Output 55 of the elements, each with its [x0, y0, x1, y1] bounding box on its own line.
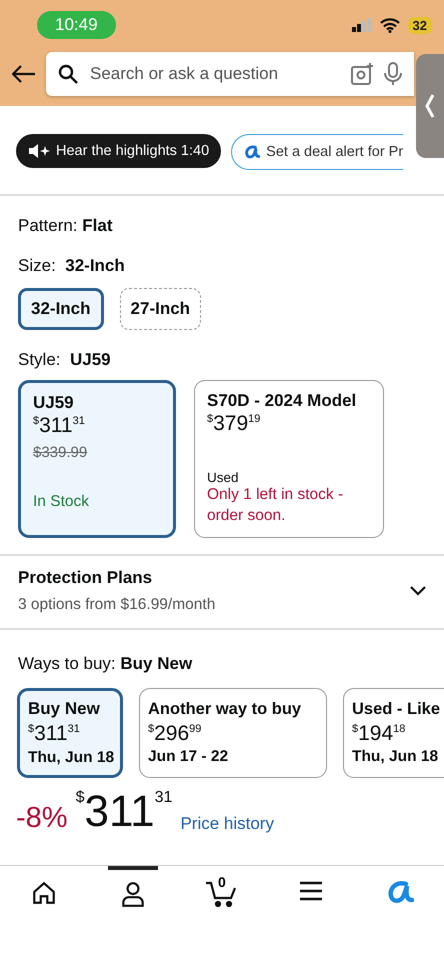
delivery-date: Jun 17 - 22: [148, 748, 228, 766]
buying-option-card[interactable]: Used - Like $^{$}$194$^{18}$ Thu, Jun 18: [343, 688, 444, 778]
pattern-label: Pattern: Flat: [18, 216, 114, 236]
protection-plans-subtitle: 3 options from $16.99/month: [18, 596, 216, 614]
availability-text: Only 1 left in stock - order soon.: [207, 485, 344, 526]
size-option[interactable]: 32-Inch: [18, 288, 104, 330]
availability-text: In Stock: [33, 492, 89, 512]
microphone-icon[interactable]: [384, 62, 402, 86]
side-panel-handle[interactable]: [416, 54, 444, 158]
price: $^{$}$296$^{99}$: [148, 720, 202, 746]
option-title: Used - Like: [352, 700, 440, 719]
person-icon: [120, 880, 146, 908]
price: $^{$}$311$^{31}$: [28, 721, 80, 747]
option-title: Buy New: [28, 699, 100, 720]
price: $^{$}$194$^{18}$: [352, 720, 406, 746]
protection-plans-row[interactable]: Protection Plans 3 options from $16.99/month: [0, 554, 444, 630]
buying-option-card[interactable]: Buy New $^{$}$311$^{31}$ Thu, Jun 18: [17, 688, 123, 778]
size-option[interactable]: 27-Inch: [120, 288, 202, 330]
size-label: Size: 32-Inch: [18, 256, 126, 276]
search-bar[interactable]: Search or ask a question: [46, 52, 414, 96]
cart-tab[interactable]: 0: [178, 866, 266, 960]
condition-label: Used: [207, 470, 239, 486]
style-option-card[interactable]: S70D - 2024 Model $^{$}$379$^{19}$ Used Only 1 left in stock - order soon.: [194, 380, 384, 538]
chevron-left-icon: [425, 93, 435, 119]
audio-chip[interactable]: Hear the highlights 1:40: [16, 134, 222, 168]
home-icon: [31, 880, 58, 906]
price: $^{$}$379$^{19}$: [207, 411, 260, 436]
option-title: UJ59: [33, 393, 74, 413]
delivery-date: Thu, Jun 18: [28, 748, 114, 767]
option-title: S70D - 2024 Model: [207, 391, 356, 411]
status-time: 10:49: [37, 11, 116, 39]
wifi-icon: [380, 18, 400, 32]
assistant-logo-icon: [386, 880, 414, 906]
list-price: $339.99: [33, 444, 88, 462]
assistant-logo-icon: [244, 144, 260, 160]
style-label: Style: UJ59: [18, 350, 112, 370]
speaker-sparkle-icon: [28, 143, 50, 159]
camera-icon[interactable]: [350, 62, 374, 86]
back-arrow-icon[interactable]: [12, 65, 36, 83]
battery-level: 32: [408, 16, 432, 34]
menu-icon: [298, 880, 323, 902]
protection-plans-title: Protection Plans: [18, 568, 154, 588]
deal-alert-chip[interactable]: Set a deal alert for Pr: [231, 134, 404, 170]
price-history-link[interactable]: Price history: [180, 814, 274, 834]
discount-percent: -8%: [16, 802, 68, 835]
delivery-date: Thu, Jun 18: [352, 748, 438, 766]
ways-to-buy-label: Ways to buy: Buy New: [18, 654, 194, 674]
search-icon: [58, 64, 78, 84]
option-title: Another way to buy: [148, 700, 302, 719]
buying-option-card[interactable]: Another way to buy $^{$}$296$^{99}$ Jun 17 - 22: [139, 688, 327, 778]
signal-icon: [352, 18, 372, 32]
price: $^{$}$311$^{31}$: [33, 413, 85, 438]
style-option-card[interactable]: UJ59 $^{$}$311$^{31}$ $339.99 In Stock: [18, 380, 176, 538]
current-price: $^{$}$311$^{31}$: [76, 790, 172, 834]
cart-count: 0: [218, 874, 226, 890]
